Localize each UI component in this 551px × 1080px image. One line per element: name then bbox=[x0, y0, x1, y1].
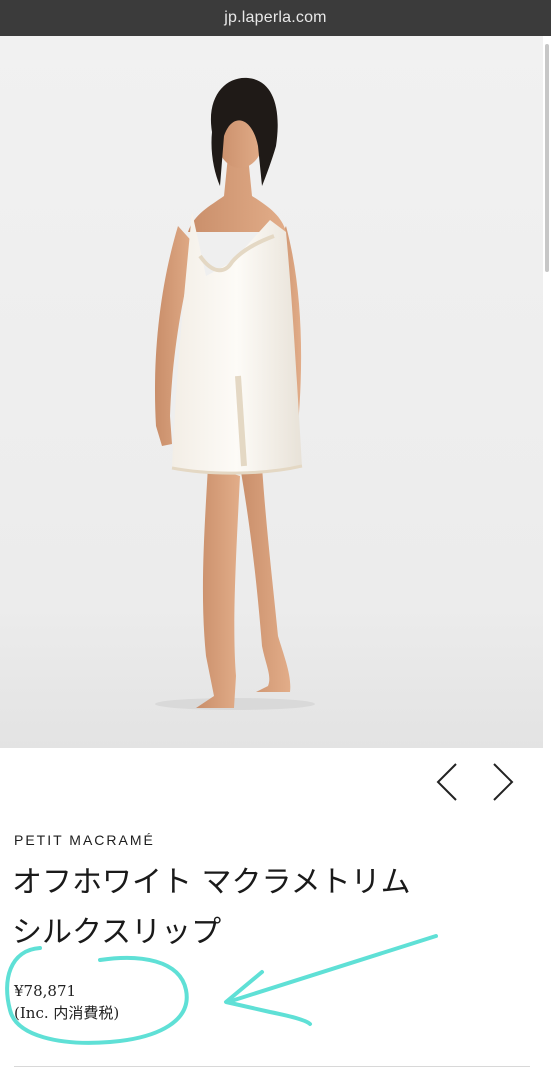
scrollbar-thumb[interactable] bbox=[545, 44, 549, 272]
divider bbox=[14, 1066, 530, 1067]
chevron-right-icon bbox=[493, 763, 514, 801]
price-block: ¥78,871 (Inc. 内消費税) bbox=[14, 980, 119, 1024]
collection-name: PETIT MACRAMÉ bbox=[14, 832, 155, 848]
product-title-line-1: オフホワイト マクラメトリム bbox=[12, 865, 411, 900]
price-value: ¥78,871 bbox=[14, 982, 77, 1000]
model-figure-illustration bbox=[154, 77, 315, 710]
image-scrollbar[interactable] bbox=[543, 36, 551, 748]
chevron-left-icon bbox=[436, 763, 457, 801]
tax-note: (Inc. 内消費税) bbox=[14, 1004, 120, 1022]
product-title: オフホワイト マクラメトリム シルクスリップ bbox=[12, 858, 532, 958]
browser-url-bar[interactable]: jp.laperla.com bbox=[0, 0, 551, 36]
carousel-prev-button[interactable] bbox=[430, 760, 470, 804]
carousel-next-button[interactable] bbox=[482, 760, 522, 804]
product-image[interactable] bbox=[0, 36, 543, 748]
annotation-arrow-head bbox=[224, 970, 312, 1026]
product-title-line-2: シルクスリップ bbox=[12, 915, 222, 950]
url-text: jp.laperla.com bbox=[224, 9, 327, 26]
